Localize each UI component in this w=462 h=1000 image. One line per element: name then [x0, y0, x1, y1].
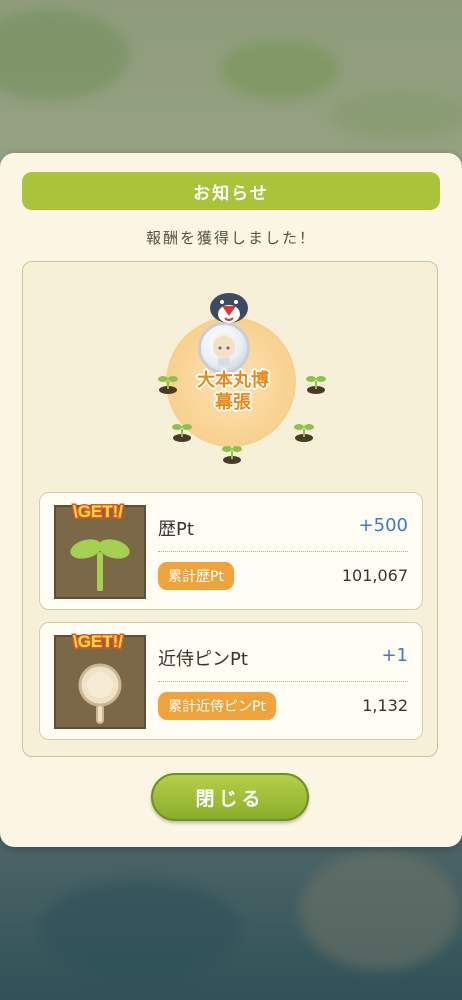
total-label-pill: 累計近侍ピンPt	[158, 692, 276, 720]
close-button[interactable]: 閉じる	[151, 773, 309, 821]
dialog-subtitle: 報酬を獲得しました！	[145, 229, 316, 247]
area-name-line1: 大本丸博	[197, 370, 269, 391]
reward-gain: +1	[381, 645, 408, 666]
bird-icon	[210, 293, 248, 323]
sprout-icon	[222, 446, 242, 464]
reward-panel: 大本丸博 幕張 \GET!/ 歴Pt +500 累計歴Pt 101,067 \G…	[22, 261, 438, 757]
sprout-icon	[294, 424, 314, 442]
magnifier-pin-icon	[78, 663, 122, 724]
area-name: 大本丸博 幕張	[153, 370, 313, 414]
total-value: 101,067	[341, 566, 408, 585]
divider	[158, 681, 408, 682]
reward-label: 近侍ピンPt	[158, 649, 248, 670]
get-badge-icon: \GET!/	[71, 631, 124, 653]
sprout-icon	[172, 424, 192, 442]
reward-icon-frame: \GET!/	[54, 501, 146, 599]
get-badge-icon: \GET!/	[71, 501, 124, 523]
divider	[158, 551, 408, 552]
reward-gain: +500	[358, 515, 408, 536]
total-label-pill: 累計歴Pt	[158, 562, 234, 590]
get-badge-text: \GET!/	[73, 502, 123, 521]
area-name-line2: 幕張	[215, 392, 251, 413]
reward-card-rekipt: \GET!/ 歴Pt +500 累計歴Pt 101,067	[39, 492, 423, 610]
reward-icon-frame: \GET!/	[54, 631, 146, 729]
get-badge-text: \GET!/	[73, 632, 123, 651]
reward-label: 歴Pt	[158, 519, 194, 540]
reward-dialog: お知らせ 報酬を獲得しました！ 大本丸博 幕張 \GET!/ 歴Pt +500 …	[0, 153, 462, 847]
character-pin-icon	[198, 322, 250, 374]
sprout-icon	[70, 539, 130, 591]
area-reward-visual: 大本丸博 幕張	[133, 272, 333, 482]
dialog-title: お知らせ	[22, 172, 440, 210]
reward-card-kinjipin: \GET!/ 近侍ピンPt +1 累計近侍ピンPt 1,132	[39, 622, 423, 740]
total-value: 1,132	[362, 696, 408, 715]
